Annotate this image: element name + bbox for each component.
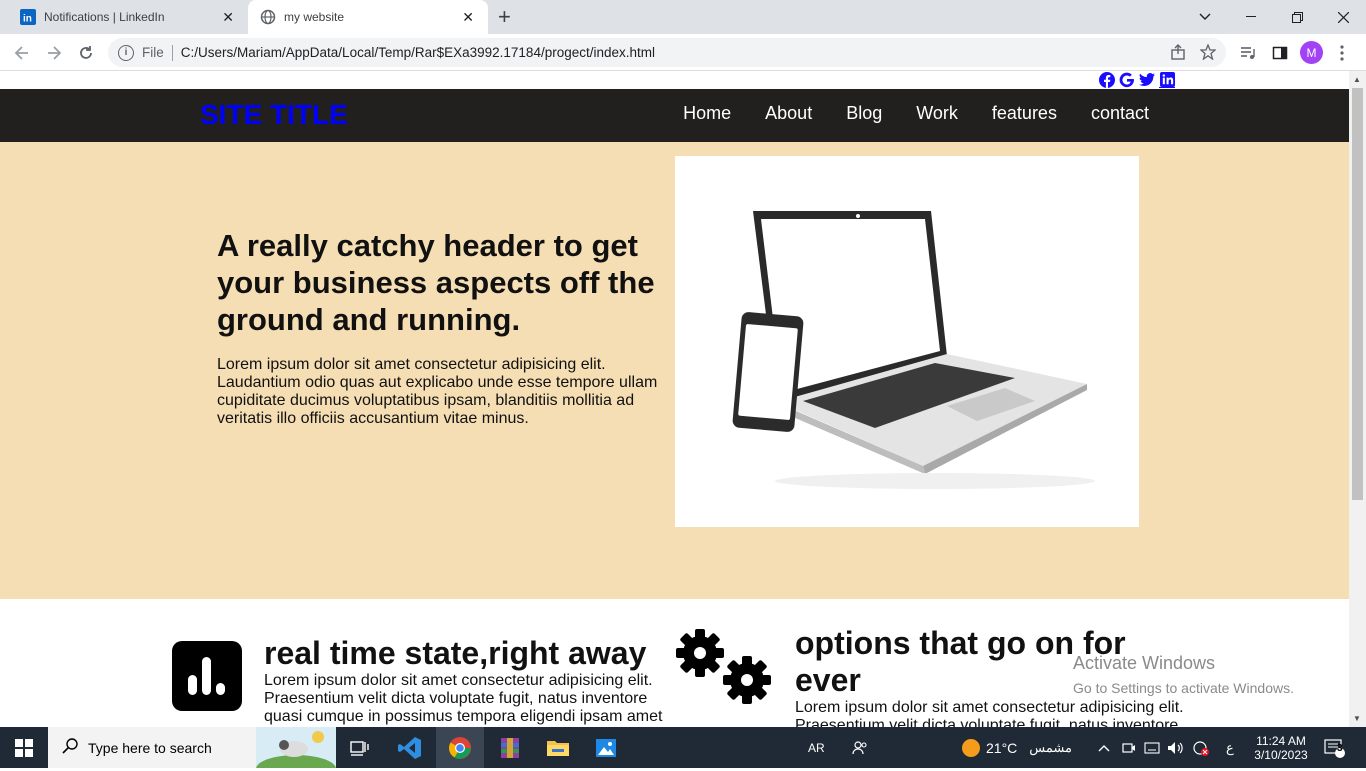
profile-avatar[interactable]: M bbox=[1300, 41, 1323, 64]
nav-link-home[interactable]: Home bbox=[683, 103, 731, 124]
vertical-scrollbar[interactable]: ▲ ▼ bbox=[1349, 71, 1366, 727]
menu-kebab-icon[interactable] bbox=[1330, 41, 1354, 65]
share-icon[interactable] bbox=[1170, 44, 1186, 63]
clock[interactable]: 11:24 AM 3/10/2023 bbox=[1252, 727, 1310, 768]
language-indicator[interactable]: AR bbox=[808, 727, 825, 768]
nav-link-about[interactable]: About bbox=[765, 103, 812, 124]
hero-devices-image bbox=[675, 156, 1139, 527]
linkedin-icon[interactable] bbox=[1159, 72, 1175, 88]
file-label: File bbox=[142, 45, 164, 60]
page-viewport: SITE TITLE Home About Blog Work features… bbox=[0, 71, 1349, 727]
tab-strip: in Notifications | LinkedIn ✕ my website… bbox=[0, 0, 1366, 34]
feature-text: Lorem ipsum dolor sit amet consectetur a… bbox=[264, 672, 663, 725]
search-highlight-image bbox=[256, 727, 336, 771]
toolbar: i File C:/Users/Mariam/AppData/Local/Tem… bbox=[0, 34, 1366, 71]
activate-windows-watermark: Activate Windows Go to Settings to activ… bbox=[1073, 653, 1294, 696]
network-disconnected-icon[interactable] bbox=[1192, 727, 1210, 768]
people-icon[interactable] bbox=[852, 727, 868, 768]
meet-now-icon[interactable] bbox=[1122, 727, 1136, 768]
chrome-icon[interactable] bbox=[436, 727, 484, 768]
ime-indicator[interactable]: ع bbox=[1226, 727, 1234, 768]
taskbar-search[interactable]: Type here to search bbox=[48, 727, 336, 771]
reload-button[interactable] bbox=[74, 41, 98, 65]
restore-button[interactable] bbox=[1274, 0, 1320, 34]
tab-title: Notifications | LinkedIn bbox=[44, 10, 165, 24]
svg-text:in: in bbox=[23, 14, 32, 25]
nav-link-contact[interactable]: contact bbox=[1091, 103, 1149, 124]
weather-widget[interactable]: 21°C مشمس bbox=[962, 727, 1072, 768]
nav-link-features[interactable]: features bbox=[992, 103, 1057, 124]
input-method-icon[interactable] bbox=[1144, 727, 1160, 768]
twitter-icon[interactable] bbox=[1139, 72, 1155, 88]
notification-count: 3 bbox=[1337, 743, 1343, 754]
scroll-down-icon[interactable]: ▼ bbox=[1353, 714, 1361, 723]
start-button[interactable] bbox=[0, 727, 48, 768]
scroll-up-icon[interactable]: ▲ bbox=[1353, 75, 1361, 84]
notifications-icon[interactable]: 3 bbox=[1324, 727, 1346, 768]
site-navbar: SITE TITLE Home About Blog Work features… bbox=[0, 89, 1349, 142]
windows-taskbar: Type here to search AR 21°C مشمس ع 11:24… bbox=[0, 727, 1366, 771]
weather-temp: 21°C bbox=[986, 739, 1018, 756]
hero-section: A really catchy header to get your busin… bbox=[0, 142, 1349, 599]
nav-link-blog[interactable]: Blog bbox=[846, 103, 882, 124]
photos-icon[interactable] bbox=[582, 727, 630, 768]
clock-date: 3/10/2023 bbox=[1254, 747, 1308, 762]
tab-title: my website bbox=[284, 10, 345, 24]
new-tab-button[interactable]: + bbox=[498, 4, 511, 30]
hero-heading: A really catchy header to get your busin… bbox=[217, 228, 655, 337]
info-icon[interactable]: i bbox=[118, 44, 134, 61]
tab-search-icon[interactable] bbox=[1182, 0, 1228, 34]
watermark-subtitle: Go to Settings to activate Windows. bbox=[1073, 680, 1294, 696]
weather-desc: مشمس bbox=[1029, 739, 1072, 755]
facebook-icon[interactable] bbox=[1099, 72, 1115, 88]
sun-icon bbox=[962, 738, 980, 757]
linkedin-icon: in bbox=[20, 9, 36, 25]
close-tab-icon[interactable]: ✕ bbox=[462, 9, 474, 26]
search-placeholder: Type here to search bbox=[88, 739, 212, 756]
feature-text: Lorem ipsum dolor sit amet consectetur a… bbox=[795, 699, 1184, 727]
scrollbar-thumb[interactable] bbox=[1352, 88, 1363, 500]
gears-icon bbox=[674, 627, 774, 707]
globe-icon bbox=[260, 9, 276, 25]
volume-icon[interactable] bbox=[1167, 727, 1185, 768]
bar-chart-icon bbox=[172, 641, 242, 711]
tab-my-website[interactable]: my website ✕ bbox=[248, 0, 488, 34]
nav-link-work[interactable]: Work bbox=[916, 103, 958, 124]
hero-text: Lorem ipsum dolor sit amet consectetur a… bbox=[217, 356, 658, 427]
chevron-up-icon[interactable] bbox=[1098, 727, 1110, 768]
nav-menu: Home About Blog Work features contact bbox=[683, 103, 1149, 124]
google-icon[interactable] bbox=[1119, 72, 1135, 88]
features-section: real time state,right away Lorem ipsum d… bbox=[0, 599, 1349, 727]
side-panel-icon[interactable] bbox=[1268, 41, 1292, 65]
clock-time: 11:24 AM bbox=[1256, 733, 1306, 748]
bookmark-star-icon[interactable] bbox=[1199, 43, 1217, 63]
social-links bbox=[1099, 71, 1175, 89]
winrar-icon[interactable] bbox=[486, 727, 534, 768]
address-bar[interactable]: i File C:/Users/Mariam/AppData/Local/Tem… bbox=[108, 38, 1226, 67]
url-text[interactable]: C:/Users/Mariam/AppData/Local/Temp/Rar$E… bbox=[181, 45, 655, 60]
search-icon bbox=[62, 738, 78, 757]
watermark-title: Activate Windows bbox=[1073, 653, 1216, 673]
back-button[interactable] bbox=[10, 41, 34, 65]
site-title[interactable]: SITE TITLE bbox=[200, 99, 348, 131]
minimize-button[interactable] bbox=[1228, 0, 1274, 34]
feature-card: real time state,right away Lorem ipsum d… bbox=[264, 635, 674, 726]
forward-button[interactable] bbox=[42, 41, 66, 65]
media-control-icon[interactable] bbox=[1236, 41, 1260, 65]
file-explorer-icon[interactable] bbox=[534, 727, 582, 768]
tab-linkedin[interactable]: in Notifications | LinkedIn ✕ bbox=[8, 0, 248, 34]
divider bbox=[171, 44, 173, 61]
close-window-button[interactable] bbox=[1320, 0, 1366, 34]
feature-title: real time state,right away bbox=[264, 635, 647, 671]
vscode-icon[interactable] bbox=[386, 727, 434, 768]
task-view-icon[interactable] bbox=[336, 727, 384, 768]
close-tab-icon[interactable]: ✕ bbox=[222, 9, 234, 26]
